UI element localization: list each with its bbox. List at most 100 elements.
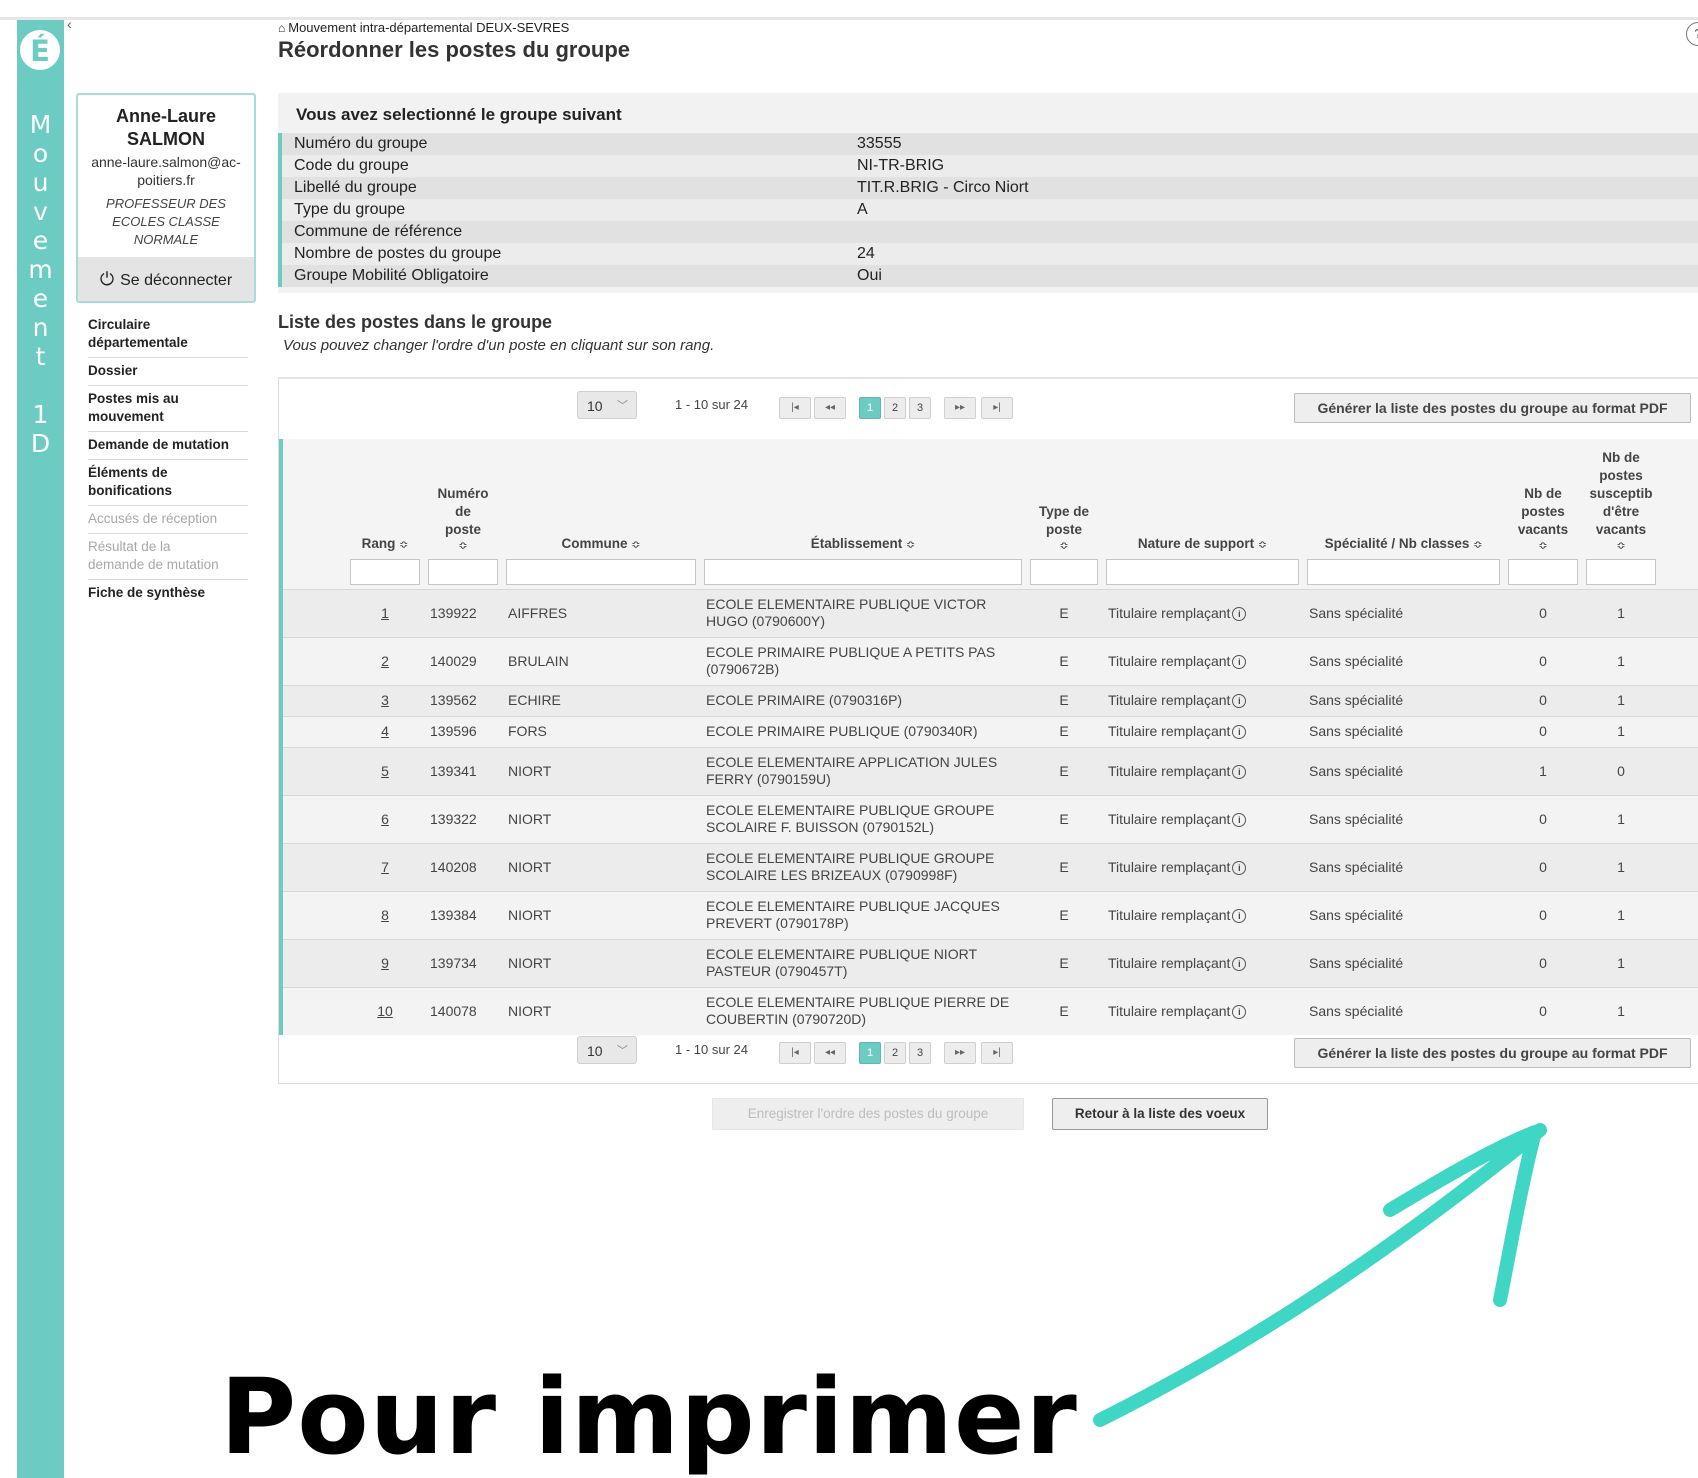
vacants-cell: 0	[1539, 858, 1547, 875]
col-vacants[interactable]: Nb de postes vacants ≎	[1504, 439, 1582, 589]
rang-link[interactable]: 5	[346, 747, 424, 795]
col-rang[interactable]: Rang ≎	[346, 439, 424, 589]
info-icon[interactable]: i	[1232, 725, 1247, 739]
susceptibles-cell: 1	[1617, 692, 1625, 708]
rang-link[interactable]: 7	[346, 843, 424, 891]
col-susceptibles[interactable]: Nb de postes susceptib d'être vacants ≎	[1582, 439, 1660, 589]
logout-button[interactable]: ⏻ Se déconnecter	[78, 257, 254, 301]
page-2-button[interactable]: 2	[884, 397, 906, 419]
sort-icon[interactable]: ≎	[906, 539, 915, 551]
nature-label: Titulaire remplaçant	[1108, 723, 1231, 739]
next-page-button[interactable]: ▸▸	[944, 1042, 976, 1064]
row-spacer	[281, 891, 346, 939]
col-specialite[interactable]: Spécialité / Nb classes ≎	[1303, 439, 1504, 589]
numero-cell: 139322	[430, 810, 477, 827]
info-icon[interactable]: i	[1232, 694, 1247, 708]
col-vacants-l3: vacants	[1517, 521, 1569, 537]
rang-link[interactable]: 6	[346, 795, 424, 843]
group-info-row: Type du groupe A	[278, 199, 1698, 221]
sort-icon[interactable]: ≎	[1258, 539, 1267, 551]
filter-specialite-input[interactable]	[1307, 558, 1500, 585]
info-icon[interactable]: i	[1232, 1004, 1247, 1019]
prev-page-button[interactable]: ◂◂	[814, 397, 846, 419]
last-page-button[interactable]: ▸|	[981, 397, 1013, 419]
user-email-line2: poitiers.fr	[137, 172, 195, 188]
info-icon[interactable]: i	[1232, 908, 1247, 923]
col-type[interactable]: Type de poste ≎	[1026, 439, 1102, 589]
group-info-table: Numéro du groupe 33555 Code du groupe NI-TR…	[278, 133, 1698, 287]
info-icon[interactable]: i	[1232, 654, 1247, 669]
sort-icon[interactable]: ≎	[1030, 539, 1098, 553]
info-icon[interactable]: i	[1232, 812, 1247, 827]
page-2-button[interactable]: 2	[884, 1042, 906, 1064]
filter-numero-input[interactable]	[428, 558, 498, 585]
table-row: 8 139384 NIORT ECOLE ELEMENTAIRE PUBLIQUE J…	[281, 891, 1698, 939]
nav-item-bonifications[interactable]: Éléments de bonifications	[88, 460, 248, 506]
type-cell: E	[1059, 906, 1069, 923]
filter-nature-input[interactable]	[1106, 558, 1299, 585]
filter-vacants-input[interactable]	[1508, 558, 1578, 585]
filter-rang-input[interactable]	[350, 558, 420, 585]
page-3-button[interactable]: 3	[909, 1042, 931, 1064]
filter-commune-input[interactable]	[506, 558, 696, 585]
susceptibles-cell: 1	[1617, 604, 1625, 621]
info-icon[interactable]: i	[1232, 764, 1247, 779]
nav-item-postes[interactable]: Postes mis au mouvement	[88, 386, 248, 432]
col-vacants-l2: postes	[1521, 503, 1565, 519]
page-size-select-bottom[interactable]: 10 ﹀	[577, 1036, 637, 1064]
sort-icon[interactable]: ≎	[399, 539, 408, 551]
page-1-button[interactable]: 1	[859, 397, 881, 419]
sort-icon[interactable]: ≎	[631, 539, 640, 551]
generate-pdf-button-bottom[interactable]: Générer la liste des postes du groupe au…	[1294, 1038, 1691, 1068]
sort-icon[interactable]: ≎	[1586, 539, 1656, 553]
sort-icon[interactable]: ≎	[1473, 539, 1482, 551]
susceptibles-cell: 1	[1617, 723, 1625, 739]
prev-page-button[interactable]: ◂◂	[814, 1042, 846, 1064]
group-info-value	[845, 221, 1698, 243]
page-size-value: 10	[587, 1043, 603, 1059]
sort-icon[interactable]: ≎	[428, 539, 498, 553]
nav-label-line2: mouvement	[88, 409, 164, 424]
first-page-button[interactable]: |◂	[779, 1042, 811, 1064]
rang-link[interactable]: 8	[346, 891, 424, 939]
etablissement-cell: ECOLE ELEMENTAIRE APPLICATION JULES FERRY…	[700, 747, 1026, 795]
nav-label-line2: départementale	[88, 335, 188, 350]
home-icon[interactable]: ⌂	[278, 21, 285, 35]
nav-item-circulaire[interactable]: Circulaire départementale	[88, 312, 248, 358]
etablissement-cell: ECOLE PRIMAIRE (0790316P)	[700, 685, 1026, 716]
col-etablissement[interactable]: Établissement ≎	[700, 439, 1026, 589]
col-numero[interactable]: Numéro de poste ≎	[424, 439, 502, 589]
col-commune[interactable]: Commune ≎	[502, 439, 700, 589]
filter-etablissement-input[interactable]	[704, 558, 1022, 585]
info-icon[interactable]: i	[1232, 956, 1247, 971]
group-info-value: TIT.R.BRIG - Circo Niort	[845, 177, 1698, 199]
numero-cell: 139922	[430, 604, 477, 621]
filter-susceptibles-input[interactable]	[1586, 558, 1656, 585]
next-page-button[interactable]: ▸▸	[944, 397, 976, 419]
rang-link[interactable]: 1	[346, 589, 424, 637]
generate-pdf-button-top[interactable]: Générer la liste des postes du groupe au…	[1294, 393, 1691, 423]
first-page-button[interactable]: |◂	[779, 397, 811, 419]
rang-link[interactable]: 2	[346, 637, 424, 685]
help-icon[interactable]: ?	[1686, 22, 1698, 46]
rang-link[interactable]: 4	[346, 716, 424, 747]
nav-item-demande-mutation[interactable]: Demande de mutation	[88, 432, 248, 460]
info-icon[interactable]: i	[1232, 860, 1247, 875]
rang-link[interactable]: 3	[346, 685, 424, 716]
info-icon[interactable]: i	[1232, 606, 1247, 621]
filter-type-input[interactable]	[1030, 558, 1098, 585]
page-3-button[interactable]: 3	[909, 397, 931, 419]
nav-item-dossier[interactable]: Dossier	[88, 358, 248, 386]
susceptibles-cell: 1	[1617, 652, 1625, 669]
page-1-button[interactable]: 1	[859, 1042, 881, 1064]
collapse-sidebar-icon[interactable]: ‹	[67, 16, 72, 32]
nav-item-fiche-synthese[interactable]: Fiche de synthèse	[88, 580, 248, 607]
rang-link[interactable]: 9	[346, 939, 424, 987]
etablissement-line2: (0790672B)	[706, 661, 780, 677]
page-size-select[interactable]: 10 ﹀	[577, 391, 637, 419]
specialite-cell: Sans spécialité	[1309, 723, 1404, 739]
last-page-button[interactable]: ▸|	[981, 1042, 1013, 1064]
col-nature[interactable]: Nature de support ≎	[1102, 439, 1303, 589]
sort-icon[interactable]: ≎	[1508, 539, 1578, 553]
etablissement-cell: ECOLE ELEMENTAIRE PUBLIQUE GROUPE SCOLAIR…	[700, 795, 1026, 843]
